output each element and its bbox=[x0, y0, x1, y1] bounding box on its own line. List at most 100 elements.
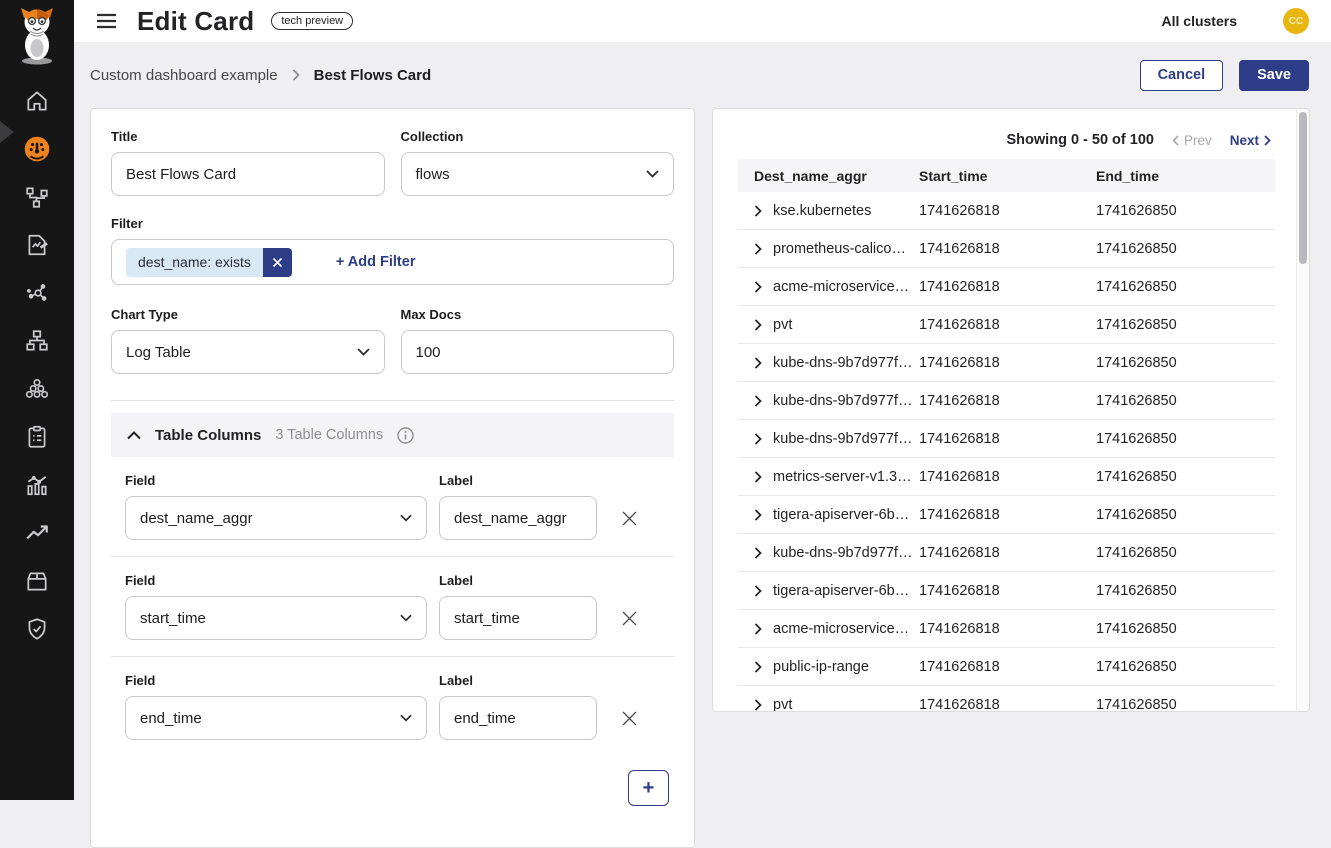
expand-row-button[interactable] bbox=[754, 243, 762, 255]
add-filter-button[interactable]: + Add Filter bbox=[336, 254, 416, 270]
tech-preview-badge: tech preview bbox=[271, 12, 353, 30]
filter-label: Filter bbox=[111, 216, 674, 231]
hamburger-menu-button[interactable] bbox=[92, 9, 121, 33]
expand-row-button[interactable] bbox=[754, 433, 762, 445]
expand-row-button[interactable] bbox=[754, 699, 762, 711]
table-columns-section-header[interactable]: Table Columns 3 Table Columns bbox=[111, 413, 674, 457]
table-row: pvt 1741626818 1741626850 bbox=[738, 686, 1275, 712]
chevron-right-icon bbox=[754, 547, 762, 559]
field-label: Field bbox=[125, 573, 427, 588]
cell-dest-name: public-ip-range bbox=[773, 659, 869, 675]
sidebar-item-trending-up[interactable] bbox=[23, 519, 51, 547]
chart-type-value: Log Table bbox=[126, 344, 191, 361]
chevron-up-icon bbox=[127, 431, 141, 440]
table-row: acme-microservice… 1741626818 1741626850 bbox=[738, 610, 1275, 648]
chevron-right-icon bbox=[1264, 135, 1271, 146]
field-label: Field bbox=[125, 473, 427, 488]
chart-type-select[interactable]: Log Table bbox=[111, 330, 385, 374]
cell-end-time: 1741626850 bbox=[1096, 507, 1275, 523]
close-icon bbox=[272, 257, 283, 268]
chevron-right-icon bbox=[754, 623, 762, 635]
cell-dest-name: tigera-apiserver-6b… bbox=[773, 507, 909, 523]
hamburger-icon bbox=[96, 13, 117, 29]
table-row: tigera-apiserver-6b… 1741626818 17416268… bbox=[738, 572, 1275, 610]
cell-start-time: 1741626818 bbox=[919, 203, 1096, 219]
sidebar-item-package-box[interactable] bbox=[23, 567, 51, 595]
expand-row-button[interactable] bbox=[754, 205, 762, 217]
title-input[interactable] bbox=[111, 152, 385, 196]
table-columns-info-button[interactable] bbox=[397, 427, 414, 444]
cancel-button[interactable]: Cancel bbox=[1140, 60, 1224, 91]
sidebar-item-shield-check[interactable] bbox=[23, 615, 51, 643]
save-button[interactable]: Save bbox=[1239, 60, 1309, 91]
dashboard-icon bbox=[23, 135, 51, 163]
expand-row-button[interactable] bbox=[754, 509, 762, 521]
filter-chip-remove-button[interactable] bbox=[263, 248, 292, 277]
cell-dest-name: kube-dns-9b7d977f… bbox=[773, 393, 912, 409]
field-select[interactable]: start_time bbox=[125, 596, 427, 640]
breadcrumb-parent[interactable]: Custom dashboard example bbox=[90, 67, 278, 84]
cell-start-time: 1741626818 bbox=[919, 659, 1096, 675]
flow-topology-icon bbox=[24, 184, 50, 210]
sidebar-item-cluster-nodes[interactable] bbox=[23, 375, 51, 403]
package-box-icon bbox=[24, 568, 50, 594]
clusters-selector[interactable]: All clusters bbox=[1162, 13, 1237, 29]
add-column-button[interactable]: + bbox=[628, 770, 669, 806]
table-column-row: Field end_time Label bbox=[111, 656, 674, 756]
label-input[interactable] bbox=[439, 696, 597, 740]
chart-type-label: Chart Type bbox=[111, 307, 385, 322]
sidebar-item-service-graph[interactable] bbox=[23, 279, 51, 307]
sidebar-item-home[interactable] bbox=[23, 87, 51, 115]
expand-row-button[interactable] bbox=[754, 623, 762, 635]
cell-end-time: 1741626850 bbox=[1096, 697, 1275, 713]
chevron-right-icon bbox=[754, 357, 762, 369]
sidebar-item-bar-chart[interactable] bbox=[23, 471, 51, 499]
breadcrumb-current: Best Flows Card bbox=[314, 67, 432, 84]
prev-page-button[interactable]: Prev bbox=[1172, 133, 1212, 148]
expand-row-button[interactable] bbox=[754, 395, 762, 407]
max-docs-input[interactable] bbox=[401, 330, 675, 374]
table-column-row: Field start_time Label bbox=[111, 556, 674, 656]
next-page-button[interactable]: Next bbox=[1230, 133, 1271, 148]
vertical-scrollbar[interactable] bbox=[1296, 109, 1309, 711]
sidebar-item-network-tree[interactable] bbox=[23, 327, 51, 355]
sidebar-fold-decoration bbox=[0, 121, 14, 143]
remove-column-button[interactable] bbox=[615, 496, 644, 540]
expand-row-button[interactable] bbox=[754, 547, 762, 559]
sidebar-item-flow-topology[interactable] bbox=[23, 183, 51, 211]
scrollbar-thumb[interactable] bbox=[1299, 112, 1307, 264]
expand-row-button[interactable] bbox=[754, 585, 762, 597]
sidebar-item-clipboard[interactable] bbox=[23, 423, 51, 451]
cat-mascot-icon bbox=[14, 6, 60, 66]
expand-row-button[interactable] bbox=[754, 357, 762, 369]
preview-table: Dest_name_aggr Start_time End_time kse.k… bbox=[738, 159, 1275, 712]
expand-row-button[interactable] bbox=[754, 471, 762, 483]
label-input[interactable] bbox=[439, 596, 597, 640]
sidebar-item-dashboard-active[interactable] bbox=[23, 135, 51, 163]
field-value: dest_name_aggr bbox=[140, 510, 253, 527]
remove-column-button[interactable] bbox=[615, 596, 644, 640]
column-header-dest-name-aggr: Dest_name_aggr bbox=[754, 168, 919, 184]
field-label: Field bbox=[125, 673, 427, 688]
trending-up-icon bbox=[24, 520, 50, 546]
table-row: public-ip-range 1741626818 1741626850 bbox=[738, 648, 1275, 686]
collection-select[interactable]: flows bbox=[401, 152, 675, 196]
expand-row-button[interactable] bbox=[754, 319, 762, 331]
remove-column-button[interactable] bbox=[615, 696, 644, 740]
table-row: metrics-server-v1.3… 1741626818 17416268… bbox=[738, 458, 1275, 496]
expand-row-button[interactable] bbox=[754, 661, 762, 673]
page-actions: Cancel Save bbox=[1140, 60, 1309, 91]
avatar[interactable]: CC bbox=[1283, 8, 1309, 34]
sidebar-item-edit-document[interactable] bbox=[23, 231, 51, 259]
field-select[interactable]: end_time bbox=[125, 696, 427, 740]
app-logo[interactable] bbox=[14, 6, 60, 71]
chevron-right-icon bbox=[754, 661, 762, 673]
table-row: kube-dns-9b7d977f… 1741626818 1741626850 bbox=[738, 344, 1275, 382]
table-row: acme-microservice… 1741626818 1741626850 bbox=[738, 268, 1275, 306]
label-input[interactable] bbox=[439, 496, 597, 540]
field-select[interactable]: dest_name_aggr bbox=[125, 496, 427, 540]
chevron-right-icon bbox=[754, 205, 762, 217]
max-docs-label: Max Docs bbox=[401, 307, 675, 322]
expand-row-button[interactable] bbox=[754, 281, 762, 293]
chevron-down-icon bbox=[646, 170, 659, 178]
